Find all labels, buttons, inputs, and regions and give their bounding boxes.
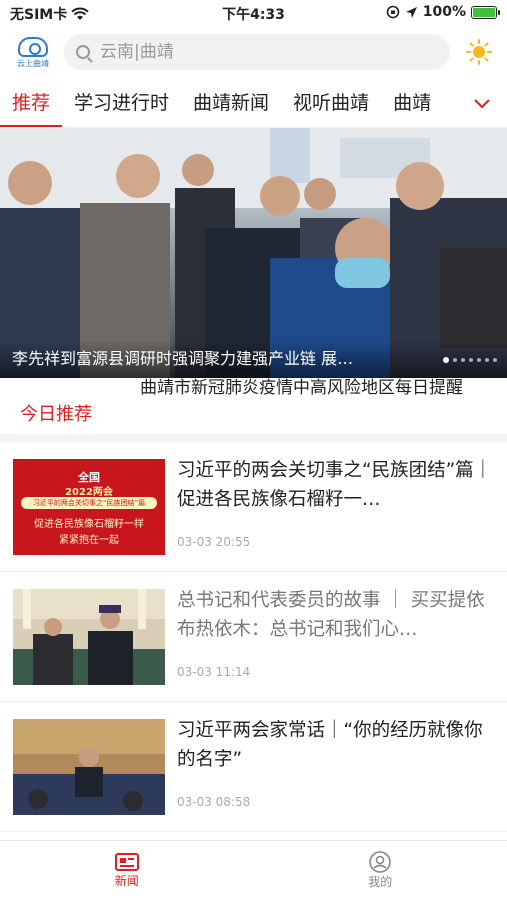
news-thumbnail: 全国 2022两会 习近平的两会关切事之“民族团结”篇 促进各民族像石榴籽一样 … — [13, 459, 165, 555]
today-label: 今日推荐 — [20, 404, 92, 425]
thumb-line2: 紧紧抱在一起 — [59, 535, 119, 546]
nav-profile-label: 我的 — [368, 875, 393, 889]
tabs-expand-button[interactable] — [457, 80, 507, 127]
tab-audio-video[interactable]: 视听曲靖 — [281, 80, 381, 127]
carousel-dot — [443, 357, 449, 363]
carousel-dot — [453, 358, 457, 362]
tab-qujing[interactable]: 曲靖 — [381, 80, 443, 127]
banner-caption: 李先祥到富源县调研时强调聚力建强产业链 展… — [0, 340, 507, 378]
carousel-dot — [469, 358, 473, 362]
search-bar[interactable] — [64, 34, 450, 70]
tab-study[interactable]: 学习进行时 — [62, 80, 181, 127]
carousel-dot — [477, 358, 481, 362]
today-headline[interactable]: 曲靖市新冠肺炎疫情中高风险地区每日提醒 — [140, 376, 490, 400]
news-item[interactable]: 总书记和代表委员的故事 ｜ 买买提依布热依木：总书记和我们心… 03-03 11… — [0, 572, 507, 702]
carousel-dot — [461, 358, 465, 362]
news-thumbnail — [13, 589, 165, 685]
weather-sun-icon[interactable] — [465, 38, 493, 66]
news-time: 03-03 20:55 — [177, 535, 251, 549]
thumb-line1: 促进各民族像石榴籽一样 — [34, 519, 144, 530]
status-bar: 无SIM卡 下午4:33 100% — [0, 0, 507, 26]
nav-news[interactable]: 新闻 — [0, 841, 254, 900]
thumb-banner-text: 习近平的两会关切事之“民族团结”篇 — [21, 497, 157, 509]
tab-recommend[interactable]: 推荐 — [0, 80, 63, 127]
orientation-lock-icon — [386, 5, 400, 19]
profile-icon — [369, 851, 392, 873]
location-icon — [405, 6, 417, 18]
battery-percent: 100% — [422, 4, 466, 20]
carousel-dot — [485, 358, 489, 362]
carousel-indicator — [443, 357, 497, 363]
news-item[interactable]: 全国 2022两会 习近平的两会关切事之“民族团结”篇 促进各民族像石榴籽一样 … — [0, 442, 507, 572]
bottom-navigation: 新闻 我的 — [0, 840, 507, 900]
today-recommend[interactable]: 今日推荐 曲靖市新冠肺炎疫情中高风险地区每日提醒 — [0, 378, 507, 442]
thumb-year-text: 2022两会 — [65, 487, 113, 498]
channel-tabs: 推荐 学习进行时 曲靖新闻 视听曲靖 曲靖 — [0, 80, 507, 128]
news-item[interactable]: 习近平两会家常话｜“你的经历就像你的名字” 03-03 08:58 — [0, 702, 507, 832]
battery-icon — [471, 5, 500, 19]
news-title: 习近平的两会关切事之“民族团结”篇｜促进各民族像石榴籽一… — [177, 460, 493, 510]
tab-qujing-news[interactable]: 曲靖新闻 — [181, 80, 281, 127]
nav-news-label: 新闻 — [114, 874, 139, 888]
status-right: 100% — [386, 4, 500, 20]
logo-text: 云上曲靖 — [17, 59, 49, 68]
chevron-down-icon — [474, 98, 490, 108]
cloud-logo-icon — [18, 37, 48, 57]
nav-profile[interactable]: 我的 — [254, 841, 507, 900]
news-thumbnail — [13, 719, 165, 815]
news-title: 习近平两会家常话｜“你的经历就像你的名字” — [177, 720, 483, 770]
news-time: 03-03 08:58 — [177, 795, 251, 809]
news-icon — [114, 853, 139, 871]
carousel-dot — [493, 358, 497, 362]
search-input[interactable] — [100, 42, 400, 62]
banner-carousel[interactable]: 李先祥到富源县调研时强调聚力建强产业链 展… — [0, 128, 507, 378]
news-title: 总书记和代表委员的故事 ｜ 买买提依布热依木：总书记和我们心… — [177, 590, 485, 640]
app-header: 云上曲靖 — [0, 28, 507, 78]
search-icon — [76, 45, 90, 59]
app-logo[interactable]: 云上曲靖 — [12, 34, 54, 72]
news-time: 03-03 11:14 — [177, 665, 251, 679]
